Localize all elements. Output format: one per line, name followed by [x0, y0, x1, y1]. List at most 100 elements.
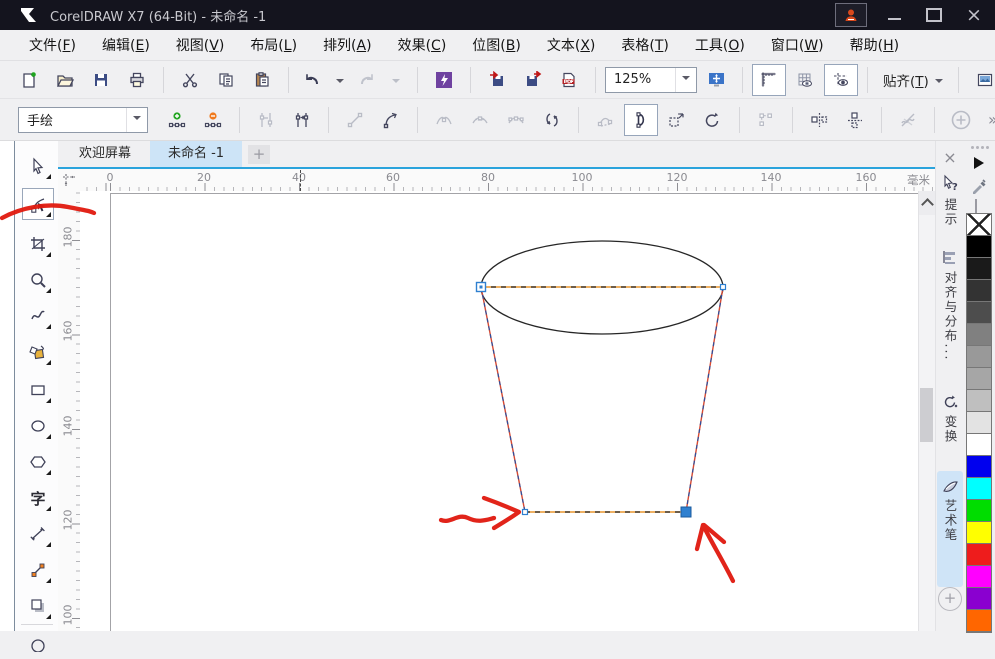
- menu-tools[interactable]: 工具(O): [682, 30, 758, 60]
- color-swatch[interactable]: [967, 434, 991, 456]
- vertical-ruler[interactable]: 180 160 140 120 100: [58, 191, 80, 631]
- import-button[interactable]: [480, 64, 514, 96]
- polygon-tool[interactable]: [22, 446, 54, 478]
- ellipse-tool[interactable]: [22, 410, 54, 442]
- reflect-vertical-button[interactable]: [838, 104, 872, 136]
- symmetric-node-button[interactable]: [499, 104, 533, 136]
- delete-node-button[interactable]: [196, 104, 230, 136]
- color-swatch[interactable]: [967, 610, 991, 632]
- pick-tool[interactable]: [22, 150, 54, 182]
- show-grid-toggle[interactable]: [788, 64, 822, 96]
- join-nodes-button[interactable]: [249, 104, 283, 136]
- maximize-button[interactable]: [921, 4, 947, 26]
- extract-subpath-button[interactable]: [624, 104, 658, 136]
- menu-edit[interactable]: 编辑(E): [89, 30, 163, 60]
- reverse-direction-button[interactable]: [535, 104, 569, 136]
- smooth-node-button[interactable]: [463, 104, 497, 136]
- zoom-tool[interactable]: [22, 264, 54, 296]
- close-curve-button[interactable]: [588, 104, 622, 136]
- convert-to-line-button[interactable]: [338, 104, 372, 136]
- docker-tab-transform[interactable]: 变换: [936, 393, 964, 444]
- color-swatch[interactable]: [967, 324, 991, 346]
- convert-to-curve-button[interactable]: [374, 104, 408, 136]
- align-nodes-button[interactable]: [749, 104, 783, 136]
- color-swatch-none[interactable]: [967, 214, 991, 236]
- elastic-mode-button[interactable]: [891, 104, 925, 136]
- minimize-button[interactable]: [881, 4, 907, 26]
- redo-dropdown-button[interactable]: [382, 64, 408, 96]
- tab-untitled-document[interactable]: 未命名 -1: [150, 141, 242, 167]
- color-swatch[interactable]: [967, 456, 991, 478]
- scrollbar-thumb[interactable]: [920, 388, 933, 442]
- menu-text[interactable]: 文本(X): [534, 30, 609, 60]
- connector-tool[interactable]: [22, 554, 54, 586]
- save-button[interactable]: [84, 64, 118, 96]
- preset-dropdown[interactable]: [126, 108, 147, 132]
- node-bottom-left[interactable]: [523, 510, 528, 515]
- menu-window[interactable]: 窗口(W): [758, 30, 837, 60]
- menu-layout[interactable]: 布局(L): [237, 30, 310, 60]
- color-swatch[interactable]: [967, 280, 991, 302]
- options-button[interactable]: [968, 64, 995, 96]
- palette-flyout-button[interactable]: [974, 157, 990, 169]
- menu-effects[interactable]: 效果(C): [385, 30, 460, 60]
- zoom-level-combobox[interactable]: 125%: [605, 67, 697, 93]
- reduce-nodes-button[interactable]: [944, 104, 978, 136]
- shape-tool[interactable]: [22, 188, 54, 220]
- copy-button[interactable]: [209, 64, 243, 96]
- menu-bitmaps[interactable]: 位图(B): [459, 30, 534, 60]
- add-node-button[interactable]: [160, 104, 194, 136]
- color-swatch[interactable]: [967, 500, 991, 522]
- color-swatch[interactable]: [967, 478, 991, 500]
- freehand-tool[interactable]: [22, 300, 54, 332]
- smart-fill-tool[interactable]: [22, 336, 54, 368]
- color-swatch[interactable]: [967, 566, 991, 588]
- new-tab-button[interactable]: +: [248, 145, 270, 164]
- rotate-nodes-button[interactable]: [696, 104, 730, 136]
- break-node-button[interactable]: [285, 104, 319, 136]
- publish-pdf-button[interactable]: [552, 64, 586, 96]
- color-swatch[interactable]: [967, 302, 991, 324]
- rectangle-tool[interactable]: [22, 374, 54, 406]
- account-button[interactable]: [835, 3, 867, 27]
- preset-combobox[interactable]: 手绘: [18, 107, 148, 133]
- docker-tab-artistic-media[interactable]: 艺术笔: [936, 477, 964, 543]
- close-docker-button[interactable]: ×: [936, 148, 964, 167]
- stretch-nodes-button[interactable]: [660, 104, 694, 136]
- paste-button[interactable]: [245, 64, 279, 96]
- close-window-button[interactable]: ×: [961, 4, 987, 26]
- dimension-tool[interactable]: [22, 518, 54, 550]
- menu-view[interactable]: 视图(V): [163, 30, 238, 60]
- menu-file[interactable]: 文件(F): [16, 30, 89, 60]
- menu-arrange[interactable]: 排列(A): [310, 30, 385, 60]
- add-docker-button[interactable]: +: [936, 587, 964, 611]
- color-swatch[interactable]: [967, 390, 991, 412]
- scroll-up-button[interactable]: [919, 191, 935, 215]
- new-document-button[interactable]: [12, 64, 46, 96]
- docker-tab-hints[interactable]: ? 提示: [936, 174, 964, 227]
- ruler-origin-button[interactable]: [58, 169, 80, 191]
- tab-welcome-screen[interactable]: 欢迎屏幕: [62, 141, 148, 167]
- horizontal-ruler[interactable]: 0 20 40 60 80 100 120 140 160 毫米: [80, 169, 935, 192]
- node-bottom-right-selected[interactable]: [681, 507, 691, 517]
- cut-button[interactable]: [173, 64, 207, 96]
- snap-to-dropdown[interactable]: 贴齐(T): [877, 65, 949, 95]
- property-bar-overflow-button[interactable]: »: [980, 110, 995, 129]
- undo-dropdown-button[interactable]: [326, 64, 352, 96]
- menu-help[interactable]: 帮助(H): [837, 30, 912, 60]
- show-rulers-toggle[interactable]: [752, 64, 786, 96]
- print-button[interactable]: [120, 64, 154, 96]
- color-swatch[interactable]: [967, 346, 991, 368]
- color-swatch[interactable]: [967, 236, 991, 258]
- reflect-horizontal-button[interactable]: [802, 104, 836, 136]
- application-launcher-button[interactable]: [427, 64, 461, 96]
- color-swatch[interactable]: [967, 522, 991, 544]
- transparency-tool[interactable]: [22, 627, 54, 659]
- undo-button[interactable]: [298, 64, 324, 96]
- node-top-right[interactable]: [721, 285, 726, 290]
- vertical-scrollbar[interactable]: [918, 191, 935, 631]
- redo-button[interactable]: [354, 64, 380, 96]
- crop-tool[interactable]: [22, 228, 54, 260]
- text-tool[interactable]: 字: [22, 482, 54, 514]
- color-swatch[interactable]: [967, 368, 991, 390]
